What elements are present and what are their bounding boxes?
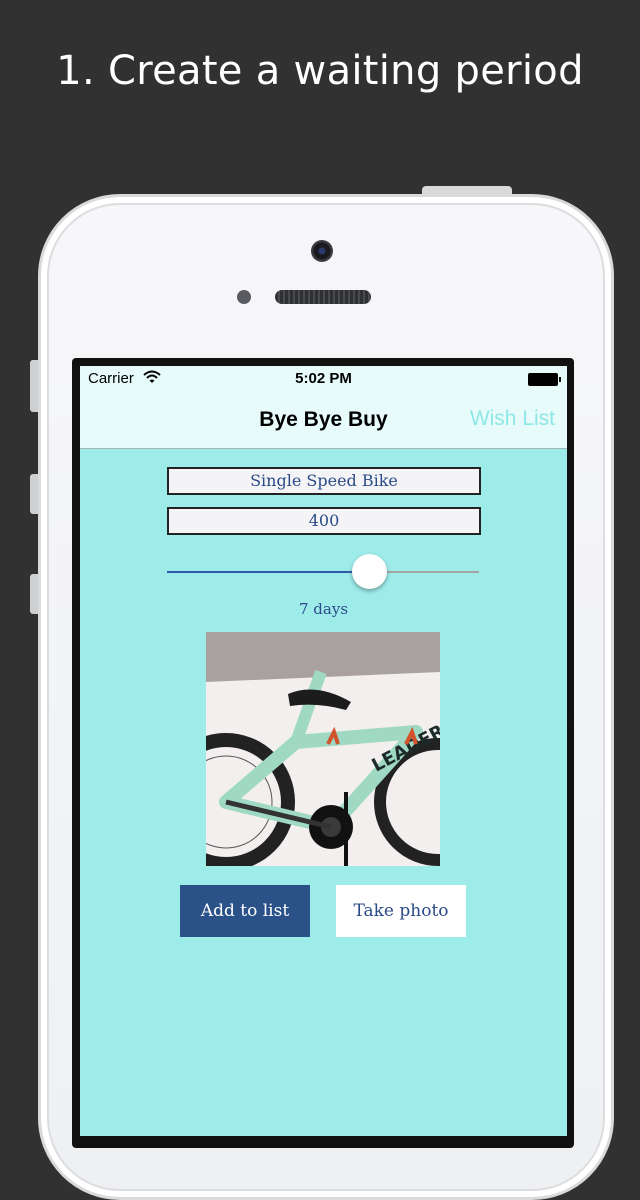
earpiece-speaker <box>275 290 371 304</box>
proximity-sensor <box>237 290 251 304</box>
slider-track-filled <box>167 571 370 573</box>
waiting-days-label: 7 days <box>298 600 349 618</box>
battery-icon <box>528 373 561 386</box>
bike-photo: LEADER <box>206 632 440 866</box>
volume-down-button <box>30 574 38 614</box>
slider-thumb[interactable] <box>352 554 388 589</box>
status-bar: Carrier 5:02 PM <box>80 366 567 392</box>
navigation-bar: Carrier 5:02 PM Bye Bye Buy Wish List <box>80 366 567 449</box>
wish-list-button[interactable]: Wish List <box>470 407 555 431</box>
app-screen: Carrier 5:02 PM Bye Bye Buy Wish List Si… <box>80 366 567 1136</box>
front-camera-icon <box>311 240 333 262</box>
volume-up-button <box>30 474 38 514</box>
mute-switch <box>30 360 38 412</box>
waiting-period-slider[interactable] <box>167 554 479 589</box>
price-field[interactable]: 400 <box>167 507 481 535</box>
headline: 1. Create a waiting period <box>56 48 584 94</box>
item-name-field[interactable]: Single Speed Bike <box>167 467 481 495</box>
status-time: 5:02 PM <box>295 370 352 387</box>
take-photo-button[interactable]: Take photo <box>336 885 466 937</box>
add-to-list-button[interactable]: Add to list <box>180 885 310 937</box>
